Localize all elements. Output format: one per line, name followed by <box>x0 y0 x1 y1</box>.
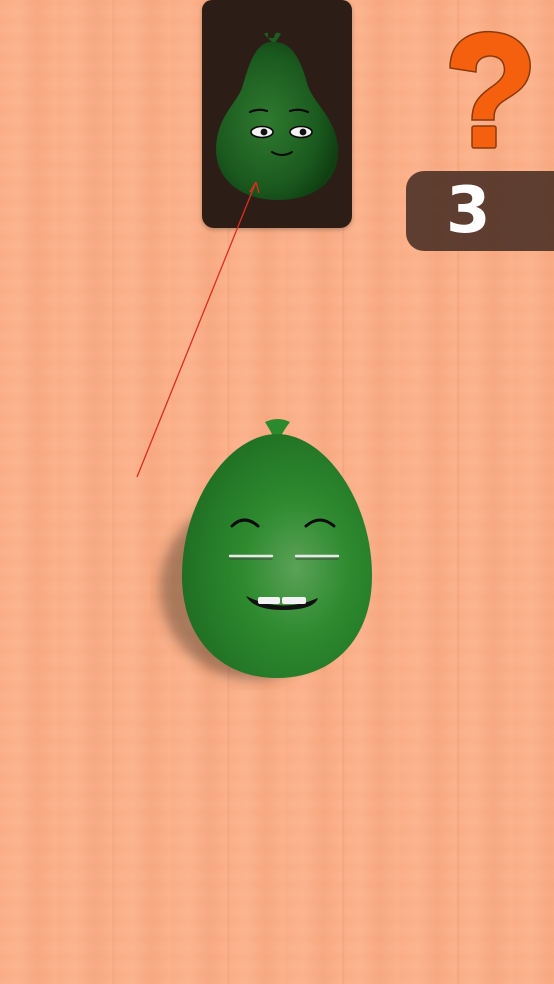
question-mark-icon <box>449 30 531 149</box>
score-value: 3 <box>446 174 491 248</box>
player-balloon[interactable] <box>150 410 390 690</box>
target-shape-card <box>202 0 352 228</box>
egg-balloon <box>160 419 372 680</box>
target-pear-balloon <box>216 32 339 200</box>
hint-question-button[interactable] <box>438 26 538 152</box>
score-panel: 3 <box>406 171 554 251</box>
